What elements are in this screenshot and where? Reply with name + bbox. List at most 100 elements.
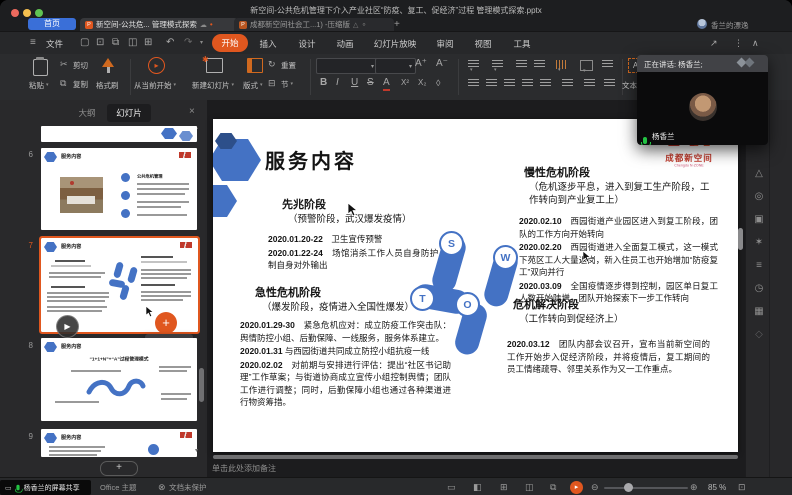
print-icon[interactable]: ◫ bbox=[128, 37, 137, 49]
columns-icon[interactable] bbox=[602, 60, 613, 69]
outdent-icon[interactable] bbox=[516, 60, 527, 69]
decrease-font-icon[interactable]: A⁻ bbox=[436, 58, 448, 70]
slide-thumbnail-partial[interactable] bbox=[41, 126, 197, 142]
slide-thumbnail-9[interactable]: 服务内容 bbox=[41, 429, 197, 457]
history-icon[interactable]: ◷ bbox=[750, 283, 768, 294]
section-chronic-crisis-stage[interactable]: 慢性危机阶段 （危机逐步平息，进入到复工生产阶段，工作转向到产业复工上） 202… bbox=[519, 167, 718, 305]
numbering-icon[interactable] bbox=[492, 60, 503, 69]
ribbon-tab-home[interactable]: 开始 bbox=[212, 34, 248, 52]
record-icon[interactable]: ◎ bbox=[750, 191, 768, 202]
ribbon-tab-insert[interactable]: 插入 bbox=[252, 38, 284, 50]
close-panel-icon[interactable]: × bbox=[189, 106, 195, 117]
horizontal-scrollbar-thumb[interactable] bbox=[213, 455, 738, 459]
play-from-current-button[interactable]: 从当前开始 bbox=[134, 80, 176, 91]
protection-label[interactable]: 文档未保护 bbox=[169, 482, 207, 493]
gallery-icon[interactable]: ▣ bbox=[750, 214, 768, 225]
ribbon-tab-review[interactable]: 审阅 bbox=[429, 38, 461, 50]
current-slide[interactable]: 服务内容 成都新空间 Chengdu N·ZONE 先兆阶段 （预警阶段，武汉爆… bbox=[213, 119, 738, 452]
zoom-in-icon[interactable]: ⊕ bbox=[690, 482, 698, 493]
hamburger-menu-icon[interactable]: ≡ bbox=[30, 37, 36, 49]
doc-tab-inactive[interactable]: P 成都新空间社会工...1) -压缩版 △ ∘ bbox=[234, 18, 394, 31]
clear-format-icon[interactable]: ◊ bbox=[436, 77, 440, 89]
line-spacing-icon[interactable] bbox=[562, 79, 573, 88]
indent-icon[interactable] bbox=[534, 60, 545, 69]
cut-icon[interactable]: ✂ bbox=[60, 58, 68, 70]
redo-icon[interactable]: ↷ bbox=[184, 37, 192, 49]
template-icon[interactable]: △ bbox=[750, 168, 768, 179]
screen-share-badge[interactable]: ▭ 杨香兰的屏幕共享 bbox=[0, 480, 91, 495]
save-icon[interactable]: ⊡ bbox=[96, 37, 104, 49]
cut-button[interactable]: 剪切 bbox=[73, 60, 88, 71]
font-color-icon[interactable]: A bbox=[383, 77, 390, 91]
slideshow-play-button[interactable]: ▸ bbox=[570, 481, 583, 494]
outline-tab[interactable]: 大纲 bbox=[70, 104, 104, 122]
slide-sorter-icon[interactable]: ⊞ bbox=[500, 482, 508, 493]
text-direction-icon[interactable] bbox=[556, 60, 567, 69]
file-menu[interactable]: 文件 bbox=[46, 38, 63, 50]
zoom-level[interactable]: 85 % bbox=[708, 483, 726, 492]
share-icon[interactable]: ↗ bbox=[710, 37, 718, 49]
add-slide-button[interactable]: + bbox=[100, 461, 138, 476]
account-avatar[interactable] bbox=[697, 19, 707, 29]
format-painter-button[interactable]: 格式刷 bbox=[96, 80, 119, 91]
new-slide-button[interactable]: 新建幻灯片 bbox=[192, 80, 234, 91]
zoom-out-icon[interactable]: ⊖ bbox=[591, 482, 599, 493]
vertical-scrollbar-thumb[interactable] bbox=[738, 228, 743, 250]
align-right-icon[interactable] bbox=[504, 79, 515, 88]
image-icon[interactable]: ▦ bbox=[750, 306, 768, 317]
ribbon-tab-slideshow[interactable]: 幻灯片放映 bbox=[368, 38, 422, 50]
ribbon-tab-view[interactable]: 视图 bbox=[467, 38, 499, 50]
beautify-icon[interactable]: ✶ bbox=[750, 237, 768, 248]
ribbon-tab-design[interactable]: 设计 bbox=[291, 38, 323, 50]
export-icon[interactable]: ⧉ bbox=[112, 37, 119, 49]
section-button[interactable]: 节 bbox=[281, 79, 293, 90]
slide-thumbnail-6[interactable]: 服务内容 公共危机管理 bbox=[41, 148, 197, 230]
para-spacing-increase-icon[interactable] bbox=[584, 79, 595, 88]
increase-font-icon[interactable]: A⁺ bbox=[415, 58, 427, 70]
strikethrough-icon[interactable]: S bbox=[367, 77, 374, 89]
bullets-icon[interactable] bbox=[468, 60, 479, 69]
settings-icon[interactable]: ≡ bbox=[750, 260, 768, 271]
undo-icon[interactable]: ↶ bbox=[166, 37, 174, 49]
slide-title[interactable]: 服务内容 bbox=[265, 145, 357, 174]
ribbon-tab-animation[interactable]: 动画 bbox=[329, 38, 361, 50]
scroll-down-icon[interactable]: ▾ bbox=[195, 447, 198, 454]
reset-icon[interactable]: ↻ bbox=[268, 58, 276, 70]
reset-button[interactable]: 重置 bbox=[281, 60, 296, 71]
home-tab-button[interactable]: 首页 bbox=[28, 18, 76, 30]
font-family-select[interactable]: ▾ bbox=[316, 58, 378, 74]
layout-button[interactable]: 版式 bbox=[243, 80, 263, 91]
superscript-icon[interactable]: X² bbox=[401, 77, 409, 89]
align-text-icon[interactable] bbox=[580, 60, 593, 71]
subscript-icon[interactable]: X₂ bbox=[418, 77, 426, 89]
paste-button[interactable]: 粘贴 bbox=[29, 80, 49, 91]
ribbon-tab-tools[interactable]: 工具 bbox=[506, 38, 538, 50]
print-preview-icon[interactable]: ⊞ bbox=[144, 37, 152, 49]
para-spacing-decrease-icon[interactable] bbox=[604, 79, 615, 88]
bold-icon[interactable]: B bbox=[320, 77, 327, 89]
open-icon[interactable]: ▢ bbox=[80, 37, 89, 49]
italic-icon[interactable]: I bbox=[336, 77, 339, 89]
handout-view-icon[interactable]: ⧉ bbox=[550, 482, 556, 493]
new-document-tab-button[interactable]: + bbox=[394, 19, 400, 30]
add-slide-fab-button[interactable]: + bbox=[155, 312, 177, 334]
comment-view-icon[interactable]: ▭ bbox=[447, 482, 456, 493]
distribute-icon[interactable] bbox=[540, 79, 551, 88]
fit-to-window-icon[interactable]: ⊡ bbox=[738, 482, 746, 493]
theme-label[interactable]: Office 主题 bbox=[100, 482, 137, 493]
font-size-select[interactable]: ▾ bbox=[375, 58, 416, 74]
slide-thumbnail-8[interactable]: 服务内容 “1+1+N”+“A”过程管理模式 bbox=[41, 338, 197, 421]
more-options-icon[interactable]: ⋮ bbox=[734, 37, 743, 49]
underline-icon[interactable]: U bbox=[351, 77, 358, 89]
account-name[interactable]: 香兰的漂逸 bbox=[711, 20, 749, 31]
preview-play-button[interactable]: ▶ bbox=[56, 315, 79, 338]
meeting-video-overlay[interactable]: 正在讲话: 杨香兰; 杨香兰 bbox=[637, 55, 768, 145]
justify-icon[interactable] bbox=[522, 79, 533, 88]
zoom-slider-track[interactable] bbox=[604, 487, 688, 489]
doc-tab-active[interactable]: P 新空间-公共危... 管理模式探索 ☁ • bbox=[80, 18, 238, 31]
panel-scrollbar-thumb[interactable] bbox=[199, 368, 204, 402]
slides-tab[interactable]: 幻灯片 bbox=[107, 104, 151, 122]
reading-view-icon[interactable]: ◫ bbox=[525, 482, 534, 493]
quickbar-more-icon[interactable]: ▾ bbox=[200, 39, 203, 46]
notes-placeholder[interactable]: 单击此处添加备注 bbox=[212, 463, 276, 474]
